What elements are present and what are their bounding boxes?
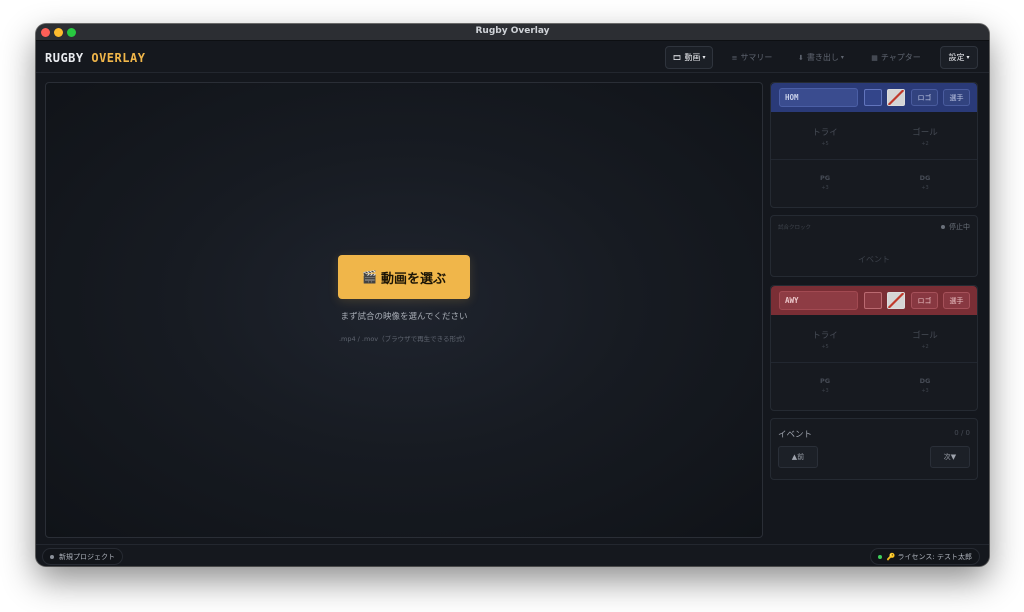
- home-pg-button[interactable]: PG +3: [773, 174, 877, 191]
- divider: [771, 362, 977, 363]
- away-pg-label: PG: [819, 377, 831, 385]
- summary-label: サマリー: [740, 53, 773, 62]
- home-try-button[interactable]: トライ +5: [773, 126, 877, 147]
- home-team-header: HOM ロゴ 選手: [771, 83, 977, 112]
- download-icon: ⬇: [798, 53, 804, 62]
- clock-status-label: 停止中: [949, 223, 970, 231]
- home-try-label: トライ: [812, 128, 838, 138]
- home-logo-button[interactable]: ロゴ: [911, 89, 938, 106]
- chapter-button[interactable]: ▦ チャプター: [863, 46, 929, 69]
- app-logo: RUGBY OVERLAY: [45, 51, 145, 65]
- license-label: ライセンス: テスト太郎: [897, 552, 972, 561]
- license-status-dot-icon: [877, 554, 882, 559]
- home-dg-points: +3: [921, 185, 929, 191]
- app-header: RUGBY OVERLAY 🎞 動画 ▾ ≡ サマリー ⬇ 書き出し ▾ ▦ チ…: [36, 41, 989, 73]
- events-panel: イベント 0 / 0 ▲前 次▼: [770, 418, 978, 480]
- away-try-button[interactable]: トライ +5: [773, 329, 877, 350]
- video-menu-label: 動画: [684, 53, 701, 62]
- settings-label: 設定: [948, 53, 965, 62]
- home-team-name-input[interactable]: HOM: [779, 88, 858, 107]
- home-goal-points: +2: [921, 141, 929, 147]
- status-bar: 新規プロジェクト 🔑 ライセンス: テスト太郎: [36, 544, 989, 566]
- away-dg-label: DG: [919, 377, 931, 385]
- choose-video-label: 動画を選ぶ: [380, 271, 446, 287]
- away-goal-points: +2: [921, 344, 929, 350]
- home-dg-button[interactable]: DG +3: [873, 174, 977, 191]
- away-dg-button[interactable]: DG +3: [873, 377, 977, 394]
- choose-video-button[interactable]: 🎬 動画を選ぶ: [338, 255, 470, 299]
- key-icon: 🔑: [886, 552, 896, 561]
- home-goal-label: ゴール: [912, 128, 938, 138]
- caret-down-icon: ▾: [702, 54, 706, 61]
- export-menu-button[interactable]: ⬇ 書き出し ▾: [790, 46, 852, 69]
- app-window: Rugby Overlay RUGBY OVERLAY 🎞 動画 ▾ ≡ サマリ…: [36, 24, 989, 566]
- away-goal-label: ゴール: [912, 331, 938, 341]
- match-clock-title: 試合クロック: [778, 225, 812, 231]
- home-primary-color-swatch[interactable]: [864, 89, 882, 106]
- away-primary-color-swatch[interactable]: [864, 292, 882, 309]
- home-goal-button[interactable]: ゴール +2: [873, 126, 977, 147]
- caret-down-icon: ▾: [840, 54, 844, 61]
- home-try-points: +5: [821, 141, 829, 147]
- chapter-label: チャプター: [880, 53, 921, 62]
- prev-event-button[interactable]: ▲前: [778, 446, 818, 468]
- away-pg-button[interactable]: PG +3: [773, 377, 877, 394]
- away-secondary-color-swatch[interactable]: [887, 292, 905, 309]
- status-dot-icon: [941, 225, 945, 229]
- away-dg-points: +3: [921, 388, 929, 394]
- project-name: 新規プロジェクト: [59, 552, 115, 561]
- window-title: Rugby Overlay: [475, 26, 550, 36]
- list-icon: ≡: [731, 53, 738, 62]
- away-goal-button[interactable]: ゴール +2: [873, 329, 977, 350]
- license-pill[interactable]: 🔑 ライセンス: テスト太郎: [869, 548, 980, 565]
- logo-primary: RUGBY: [45, 51, 84, 65]
- clock-event-placeholder: イベント: [858, 255, 890, 264]
- video-drop-area[interactable]: 🎬 動画を選ぶ まず試合の映像を選んでください .mp4 / .mov（ブラウザ…: [45, 82, 763, 538]
- logo-accent: OVERLAY: [91, 51, 146, 65]
- match-clock-panel: 試合クロック 停止中 イベント: [770, 215, 978, 277]
- next-event-button[interactable]: 次▼: [930, 446, 970, 468]
- home-dg-label: DG: [919, 174, 931, 182]
- video-menu-button[interactable]: 🎞 動画 ▾: [665, 46, 713, 69]
- away-players-button[interactable]: 選手: [943, 292, 970, 309]
- away-team-panel: AWY ロゴ 選手 トライ +5 ゴール +2 PG +3 DG +3: [770, 285, 978, 411]
- project-pill[interactable]: 新規プロジェクト: [42, 548, 123, 565]
- away-team-name-input[interactable]: AWY: [779, 291, 858, 310]
- divider: [771, 159, 977, 160]
- home-team-panel: HOM ロゴ 選手 トライ +5 ゴール +2 PG +3 DG +3: [770, 82, 978, 208]
- settings-menu-button[interactable]: 設定 ▾: [940, 46, 978, 69]
- supported-formats: .mp4 / .mov（ブラウザで再生できる形式）: [338, 335, 470, 343]
- clock-status: 停止中: [941, 222, 970, 232]
- home-secondary-color-swatch[interactable]: [887, 89, 905, 106]
- home-players-button[interactable]: 選手: [943, 89, 970, 106]
- project-status-dot-icon: [50, 554, 54, 559]
- away-logo-button[interactable]: ロゴ: [911, 292, 938, 309]
- events-title: イベント: [778, 430, 813, 440]
- export-label: 書き出し: [806, 53, 839, 62]
- chapter-icon: ▦: [871, 53, 878, 62]
- caret-down-icon: ▾: [966, 54, 970, 61]
- away-try-points: +5: [821, 344, 829, 350]
- film-icon: 🎞: [672, 53, 682, 62]
- events-count: 0 / 0: [954, 429, 970, 437]
- home-pg-label: PG: [819, 174, 831, 182]
- summary-button[interactable]: ≡ サマリー: [722, 46, 782, 69]
- away-pg-points: +3: [821, 388, 829, 394]
- clapperboard-icon: 🎬: [362, 270, 377, 284]
- home-pg-points: +3: [821, 185, 829, 191]
- away-team-header: AWY ロゴ 選手: [771, 286, 977, 315]
- choose-video-hint: まず試合の映像を選んでください: [340, 312, 468, 322]
- away-try-label: トライ: [812, 331, 838, 341]
- title-bar: Rugby Overlay: [36, 24, 989, 41]
